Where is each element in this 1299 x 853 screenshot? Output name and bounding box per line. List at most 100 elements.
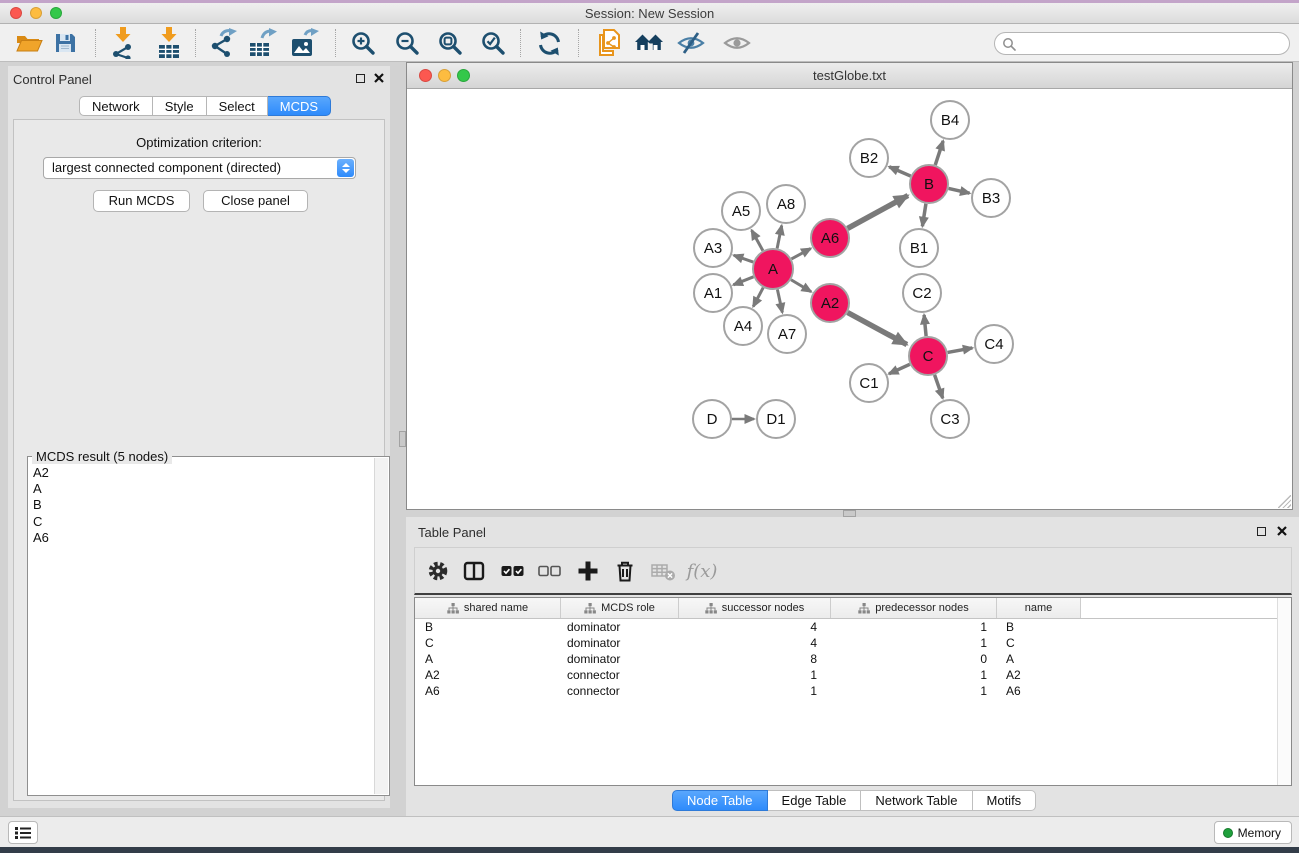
column-header-shared-name[interactable]: shared name [415,598,561,618]
run-mcds-button[interactable]: Run MCDS [93,190,190,212]
table-cell[interactable]: 1 [831,619,997,635]
graph-edge-A2-C[interactable] [848,313,907,345]
first-neighbors-icon[interactable] [630,26,668,60]
close-panel-button[interactable]: Close panel [203,190,308,212]
search-box[interactable] [994,32,1290,55]
tab-node-table[interactable]: Node Table [672,790,768,811]
memory-button[interactable]: Memory [1214,821,1292,844]
table-cell[interactable]: 1 [831,667,997,683]
float-table-panel-icon[interactable] [1257,527,1266,536]
table-cell[interactable]: 0 [831,651,997,667]
tab-style[interactable]: Style [153,96,207,116]
table-cell[interactable]: 1 [831,635,997,651]
import-table-icon[interactable] [150,26,188,60]
table-cell[interactable]: connector [561,683,679,699]
table-scrollbar[interactable] [1277,598,1291,785]
graph-edge-C-C4[interactable] [948,348,973,352]
network-close-button[interactable] [419,69,432,82]
table-cell[interactable]: 1 [679,667,831,683]
graph-edge-C-C3[interactable] [935,375,943,398]
column-header-name[interactable]: name [997,598,1081,618]
zoom-out-icon[interactable] [388,26,426,60]
vertical-splitter-grip[interactable] [399,431,406,447]
table-cell[interactable]: 4 [679,635,831,651]
table-cell[interactable]: A2 [415,667,561,683]
task-history-button[interactable] [8,821,38,844]
graph-edge-A-A2[interactable] [791,280,811,292]
open-file-icon[interactable] [10,26,48,60]
table-cell[interactable]: 1 [831,683,997,699]
show-all-icon[interactable] [718,26,756,60]
zoom-fit-icon[interactable] [431,26,469,60]
table-cell[interactable]: A [415,651,561,667]
graph-edge-A-A1[interactable] [733,277,753,285]
table-cell[interactable]: B [997,619,1081,635]
table-settings-gear-icon[interactable] [421,555,455,587]
network-zoom-button[interactable] [457,69,470,82]
table-cell[interactable]: dominator [561,619,679,635]
search-input[interactable] [1016,37,1289,51]
network-window-titlebar[interactable]: testGlobe.txt [407,63,1292,89]
network-graph[interactable]: AA1A2A3A4A5A6A7A8BB1B2B3B4CC1C2C3C4DD1 [407,89,1292,509]
zoom-selected-icon[interactable] [474,26,512,60]
tab-motifs[interactable]: Motifs [973,790,1037,811]
select-all-columns-icon[interactable] [496,555,530,587]
close-panel-icon[interactable] [374,73,384,83]
tab-edge-table[interactable]: Edge Table [768,790,862,811]
table-cell[interactable]: B [415,619,561,635]
graph-edge-A-A4[interactable] [753,288,763,307]
table-cell[interactable]: C [415,635,561,651]
zoom-in-icon[interactable] [344,26,382,60]
table-cell[interactable]: connector [561,667,679,683]
tab-network-table[interactable]: Network Table [861,790,972,811]
table-row[interactable]: Cdominator41C [415,635,1291,651]
delete-column-trash-icon[interactable] [608,555,642,587]
mcds-result-scrollbar[interactable] [374,458,388,794]
graph-edge-B-B1[interactable] [922,204,926,227]
function-builder-icon[interactable]: f(x) [685,555,719,587]
table-row[interactable]: Adominator80A [415,651,1291,667]
table-cell[interactable]: A6 [997,683,1081,699]
hide-selected-icon[interactable] [672,26,710,60]
network-canvas[interactable]: AA1A2A3A4A5A6A7A8BB1B2B3B4CC1C2C3C4DD1 [407,89,1292,509]
network-minimize-button[interactable] [438,69,451,82]
delete-table-icon[interactable] [646,555,680,587]
mcds-result-item[interactable]: A [33,481,373,497]
graph-edge-B-B4[interactable] [935,141,943,165]
save-session-icon[interactable] [46,26,84,60]
table-cell[interactable]: A2 [997,667,1081,683]
graph-edge-B-B2[interactable] [889,167,910,176]
table-cell[interactable]: dominator [561,651,679,667]
tab-network[interactable]: Network [79,96,153,116]
table-cell[interactable]: 8 [679,651,831,667]
import-network-icon[interactable] [104,26,142,60]
show-columns-icon[interactable] [457,555,491,587]
graph-edge-A-A7[interactable] [777,290,782,313]
mcds-result-item[interactable]: B [33,497,373,513]
window-resize-grip[interactable] [1278,495,1291,508]
mcds-result-item[interactable]: A6 [33,530,373,546]
mcds-result-item[interactable]: C [33,514,373,530]
close-table-panel-icon[interactable] [1277,526,1287,536]
graph-edge-A-A8[interactable] [777,226,782,249]
table-row[interactable]: A2connector11A2 [415,667,1291,683]
new-network-from-selection-icon[interactable] [590,26,628,60]
graph-edge-C-C1[interactable] [889,364,910,374]
graph-edge-A-A5[interactable] [752,230,763,250]
horizontal-splitter-grip[interactable] [843,510,856,517]
graph-edge-B-B3[interactable] [949,188,970,193]
table-cell[interactable]: A [997,651,1081,667]
mcds-result-item[interactable]: A2 [33,465,373,481]
criterion-select[interactable]: largest connected component (directed) [43,157,356,179]
create-column-plus-icon[interactable] [571,555,605,587]
export-network-icon[interactable] [204,26,242,60]
tab-select[interactable]: Select [207,96,268,116]
column-header-mcds-role[interactable]: MCDS role [561,598,679,618]
export-table-icon[interactable] [244,26,282,60]
column-header-successor-nodes[interactable]: successor nodes [679,598,831,618]
unselect-all-columns-icon[interactable] [533,555,567,587]
export-image-icon[interactable] [286,26,324,60]
column-header-predecessor-nodes[interactable]: predecessor nodes [831,598,997,618]
tab-mcds[interactable]: MCDS [268,96,331,116]
table-cell[interactable]: dominator [561,635,679,651]
